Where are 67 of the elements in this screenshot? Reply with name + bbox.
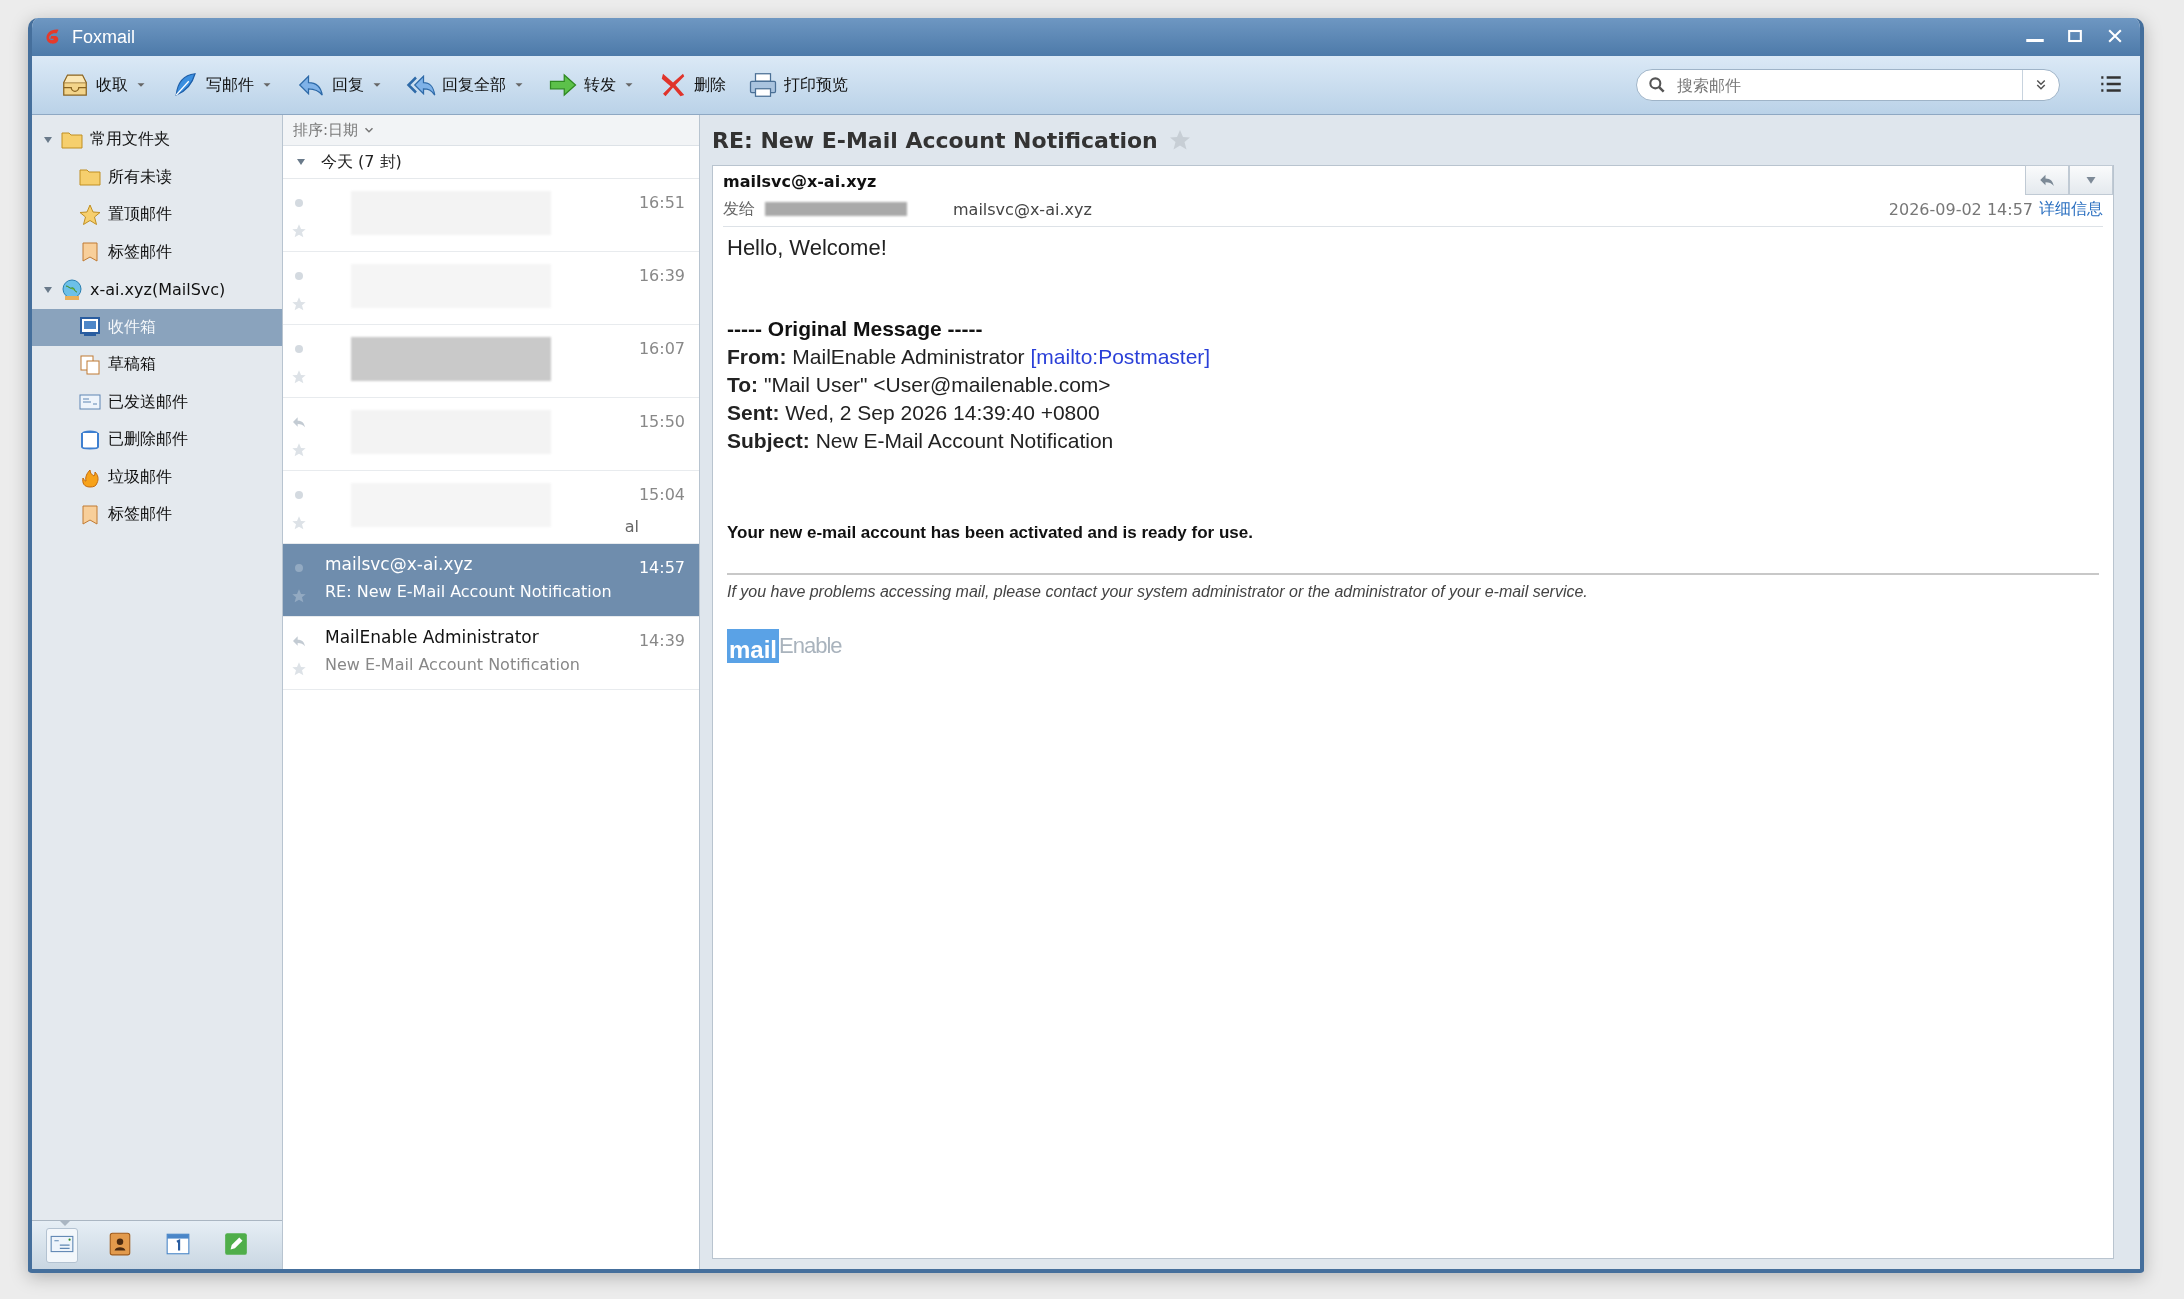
mailto-link[interactable]: [mailto:Postmaster]: [1030, 345, 1211, 368]
to-label: 发给: [723, 198, 755, 220]
subject-text: New E-Mail Account Notification: [325, 655, 580, 674]
subject-text: RE: New E-Mail Account Notification: [325, 582, 612, 601]
folder-item[interactable]: 已删除邮件: [32, 421, 282, 459]
time-text: 14:57: [638, 557, 685, 579]
pencil-icon: [223, 1230, 249, 1257]
toolbar-button[interactable]: 转发: [542, 66, 642, 104]
time-text: 16:51: [638, 192, 685, 214]
star-icon: [78, 202, 102, 227]
folder-item[interactable]: x-ai.xyz(MailSvc): [32, 271, 282, 309]
header-line: To: "Mail User" <User@mailenable.com>: [727, 372, 1112, 398]
time-text: 16:39: [638, 265, 685, 287]
message-row[interactable]: MailEnable Administrator New E-Mail Account Notification 14:39: [283, 617, 699, 690]
notice-text: Your new e-mail account has been activated and is ready for use.: [727, 523, 1254, 543]
time-text: 15:04: [638, 484, 685, 506]
sender-address: mailsvc@x-ai.xyz: [723, 172, 877, 193]
message-row[interactable]: 16:07: [283, 325, 699, 398]
folder-item[interactable]: 所有未读: [32, 158, 282, 196]
sender-name: mailsvc@x-ai.xyz: [325, 554, 473, 574]
search-input[interactable]: 搜索邮件: [1667, 74, 2022, 96]
star-icon[interactable]: [1167, 128, 1192, 152]
time-text: 16:07: [638, 338, 685, 360]
folder-item[interactable]: 常用文件夹: [32, 121, 282, 159]
toolbar-button[interactable]: 写邮件: [164, 66, 280, 104]
message-row[interactable]: 15:50: [283, 398, 699, 471]
toolbar-button[interactable]: 收取: [54, 66, 154, 104]
recipient-address: mailsvc@x-ai.xyz: [953, 199, 1092, 219]
folder-item[interactable]: 草稿箱: [32, 346, 282, 384]
original-message-heading: ----- Original Message -----: [727, 316, 984, 342]
group-header[interactable]: 今天 (7 封): [283, 146, 699, 179]
folder-item[interactable]: 标签邮件: [32, 496, 282, 534]
header-line: Sent: Wed, 2 Sep 2026 14:39:40 +0800: [727, 400, 1101, 426]
time-text: 15:50: [638, 411, 685, 433]
message-row[interactable]: 16:51: [283, 179, 699, 252]
message-row[interactable]: al 15:04: [283, 471, 699, 544]
details-link[interactable]: 详细信息: [2039, 198, 2103, 220]
folder-item[interactable]: 垃圾邮件: [32, 458, 282, 496]
globe-icon: [60, 277, 84, 302]
email-subject: RE: New E-Mail Account Notification: [712, 127, 1158, 153]
more-button[interactable]: [2069, 165, 2113, 195]
time-text: 14:39: [638, 630, 685, 652]
toolbar-button[interactable]: 回复全部: [400, 66, 532, 104]
search-field[interactable]: 搜索邮件: [1636, 69, 2060, 101]
message-row[interactable]: 16:39: [283, 252, 699, 325]
folder-item[interactable]: 标签邮件: [32, 233, 282, 271]
folder-item[interactable]: 置顶邮件: [32, 196, 282, 234]
printer-icon: [748, 70, 778, 100]
header-line: Subject: New E-Mail Account Notification: [727, 428, 1115, 454]
address-book-icon: [107, 1230, 133, 1257]
sort-dropdown[interactable]: 排序:日期: [293, 120, 377, 140]
window-title: Foxmail: [72, 26, 135, 48]
date-text: 2026-09-02 14:57: [1888, 199, 2033, 219]
subject-text: al: [623, 517, 639, 536]
search-icon: [1647, 75, 1667, 95]
greeting-text: Hello, Welcome!: [727, 235, 888, 261]
minimize-icon: [2025, 38, 2045, 43]
toolbar-button[interactable]: 回复: [290, 66, 390, 104]
folder-item[interactable]: 已发送邮件: [32, 383, 282, 421]
reply-button[interactable]: [2025, 165, 2069, 195]
mailenable-logo: mailEnable: [727, 629, 842, 663]
toolbar-button[interactable]: 打印预览: [742, 66, 854, 104]
sender-name: MailEnable Administrator: [325, 627, 539, 647]
toolbar-button[interactable]: 删除: [652, 66, 732, 104]
footer-text: If you have problems accessing mail, please contact your system administrator or the administrator of your e-mail service.: [727, 583, 1589, 601]
header-line: From: MailEnable Administrator [mailto:Postmaster]: [727, 344, 1212, 370]
pages-icon: [78, 352, 102, 377]
